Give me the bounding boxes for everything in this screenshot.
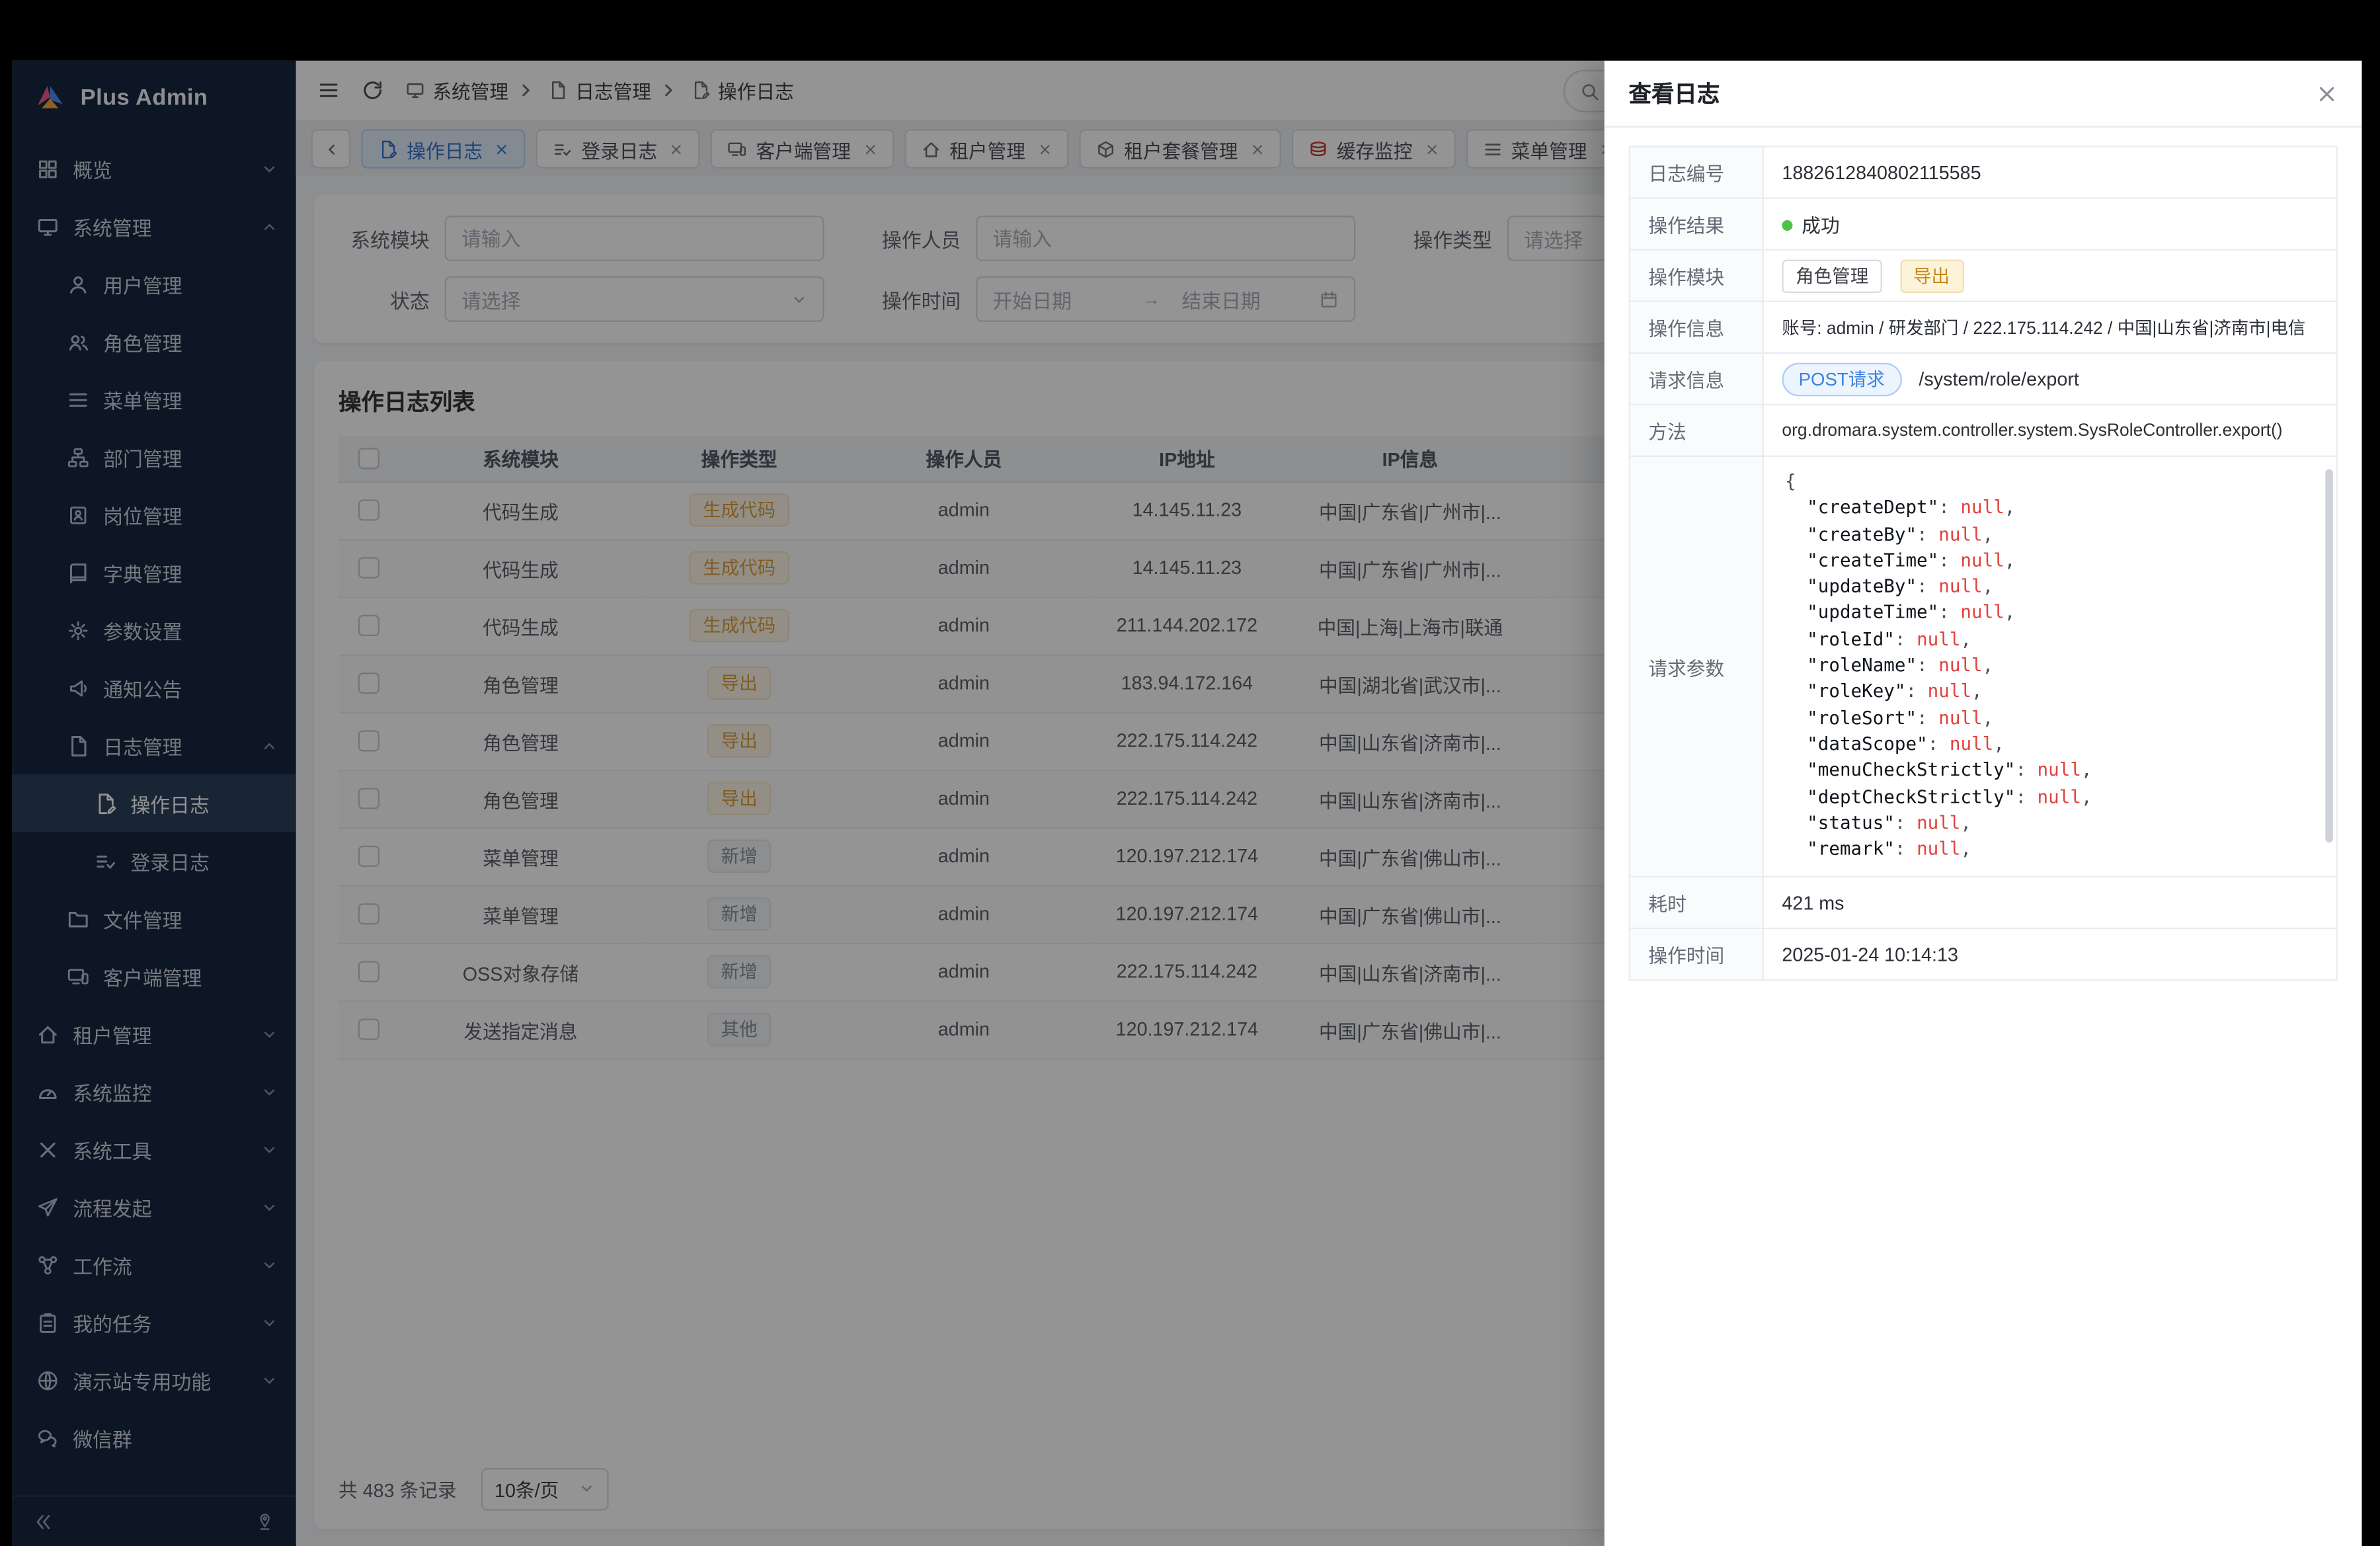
drawer-header: 查看日志 bbox=[1605, 61, 2362, 128]
value-info: 账号: admin / 研发部门 / 222.175.114.242 / 中国|… bbox=[1763, 302, 2337, 353]
label-method: 方法 bbox=[1630, 405, 1763, 456]
drawer-title: 查看日志 bbox=[1629, 77, 1720, 109]
label-module: 操作模块 bbox=[1630, 250, 1763, 302]
screen: Plus Admin 概览 系统管理 bbox=[0, 0, 2380, 1546]
value-method: org.dromara.system.controller.system.Sys… bbox=[1763, 405, 2337, 456]
close-icon[interactable] bbox=[2317, 83, 2338, 104]
value-result: 成功 bbox=[1802, 216, 1839, 237]
operation-tag: 导出 bbox=[1899, 259, 1963, 292]
success-dot bbox=[1782, 220, 1792, 231]
log-details-table: 日志编号 1882612840802115585 操作结果 成功 操作模块 角色… bbox=[1629, 145, 2338, 981]
module-tag: 角色管理 bbox=[1782, 259, 1882, 292]
label-params: 请求参数 bbox=[1630, 456, 1763, 877]
drawer-body: 日志编号 1882612840802115585 操作结果 成功 操作模块 角色… bbox=[1605, 128, 2362, 1546]
request-params-json: { "createDept": null, "createBy": null, … bbox=[1764, 457, 2336, 876]
value-time: 2025-01-24 10:14:13 bbox=[1763, 928, 2337, 980]
label-result: 操作结果 bbox=[1630, 198, 1763, 250]
label-duration: 耗时 bbox=[1630, 877, 1763, 928]
label-log-id: 日志编号 bbox=[1630, 147, 1763, 198]
post-request-tag: POST请求 bbox=[1782, 362, 1901, 396]
request-url: /system/role/export bbox=[1919, 368, 2079, 389]
value-log-id: 1882612840802115585 bbox=[1763, 147, 2337, 198]
scrollbar-thumb[interactable] bbox=[2325, 469, 2332, 842]
view-log-drawer: 查看日志 日志编号 1882612840802115585 操作结果 成功 操作… bbox=[1605, 61, 2362, 1546]
label-request: 请求信息 bbox=[1630, 353, 1763, 405]
label-time: 操作时间 bbox=[1630, 928, 1763, 980]
value-duration: 421 ms bbox=[1763, 877, 2337, 928]
label-info: 操作信息 bbox=[1630, 302, 1763, 353]
